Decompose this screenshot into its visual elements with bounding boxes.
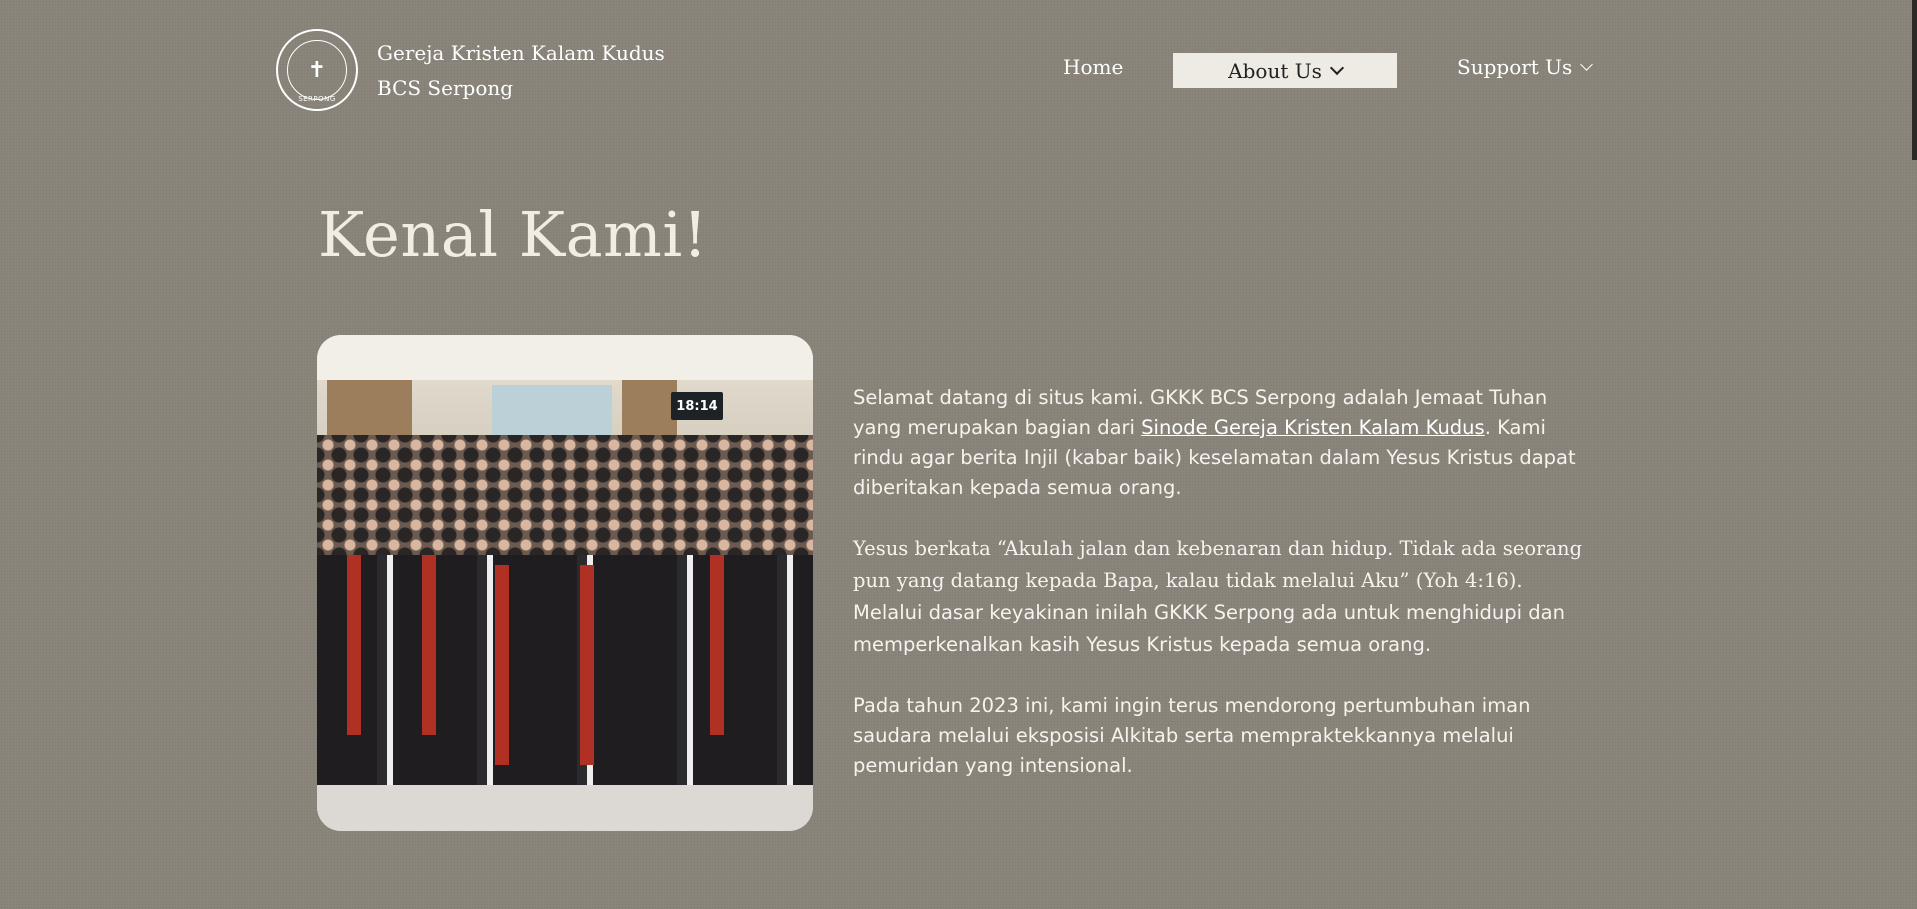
- photo-crowd: [317, 435, 813, 565]
- photo-stole: [580, 565, 594, 765]
- sinode-link[interactable]: Sinode Gereja Kristen Kalam Kudus: [1141, 416, 1485, 439]
- nav-about-label: About Us: [1228, 58, 1322, 83]
- intro-paragraph-1: Selamat datang di situs kami. GKKK BCS S…: [853, 383, 1593, 503]
- intro-text: Selamat datang di situs kami. GKKK BCS S…: [853, 383, 1593, 811]
- intro-paragraph-3: Pada tahun 2023 ini, kami ingin terus me…: [853, 694, 1531, 777]
- photo-curtain: [327, 380, 412, 440]
- nav-support-label: Support Us: [1457, 55, 1573, 79]
- chevron-down-icon: [1329, 60, 1344, 76]
- intro-paragraph-2: Yesus berkata “Akulah jalan dan kebenara…: [853, 533, 1593, 661]
- page-title: Kenal Kami!: [318, 198, 709, 271]
- photo-stole: [710, 555, 724, 735]
- photo-stole: [422, 555, 436, 735]
- photo-window: [492, 385, 612, 440]
- cross-icon: ✝: [287, 40, 347, 100]
- photo-floor: [317, 785, 813, 831]
- bible-quote: Yesus berkata “Akulah jalan dan kebenara…: [853, 537, 1583, 592]
- site-header: ✝ SERPONG Gereja Kristen Kalam Kudus BCS…: [0, 0, 1917, 130]
- chevron-down-icon: [1580, 58, 1594, 71]
- nav-about-us[interactable]: About Us: [1173, 53, 1397, 88]
- church-logo-icon[interactable]: ✝ SERPONG: [276, 29, 358, 111]
- page-scrollbar[interactable]: [1912, 0, 1917, 160]
- photo-stole: [495, 565, 509, 765]
- nav-home[interactable]: Home: [1063, 55, 1123, 79]
- brand-location: BCS Serpong: [377, 76, 514, 100]
- photo-curtain: [622, 380, 677, 440]
- photo-stole: [347, 555, 361, 735]
- photo-front-row: [317, 555, 813, 785]
- brand-name: Gereja Kristen Kalam Kudus: [377, 41, 665, 65]
- logo-ring-text: SERPONG: [298, 95, 336, 103]
- site-brand[interactable]: Gereja Kristen Kalam Kudus BCS Serpong: [377, 36, 665, 106]
- photo-clock: 18:14: [671, 392, 723, 420]
- intro-text-segment: Melalui dasar keyakinan inilah GKKK Serp…: [853, 601, 1565, 656]
- photo-ceiling: [317, 335, 813, 380]
- nav-support-us[interactable]: Support Us: [1457, 55, 1594, 79]
- congregation-photo: 18:14: [317, 335, 813, 831]
